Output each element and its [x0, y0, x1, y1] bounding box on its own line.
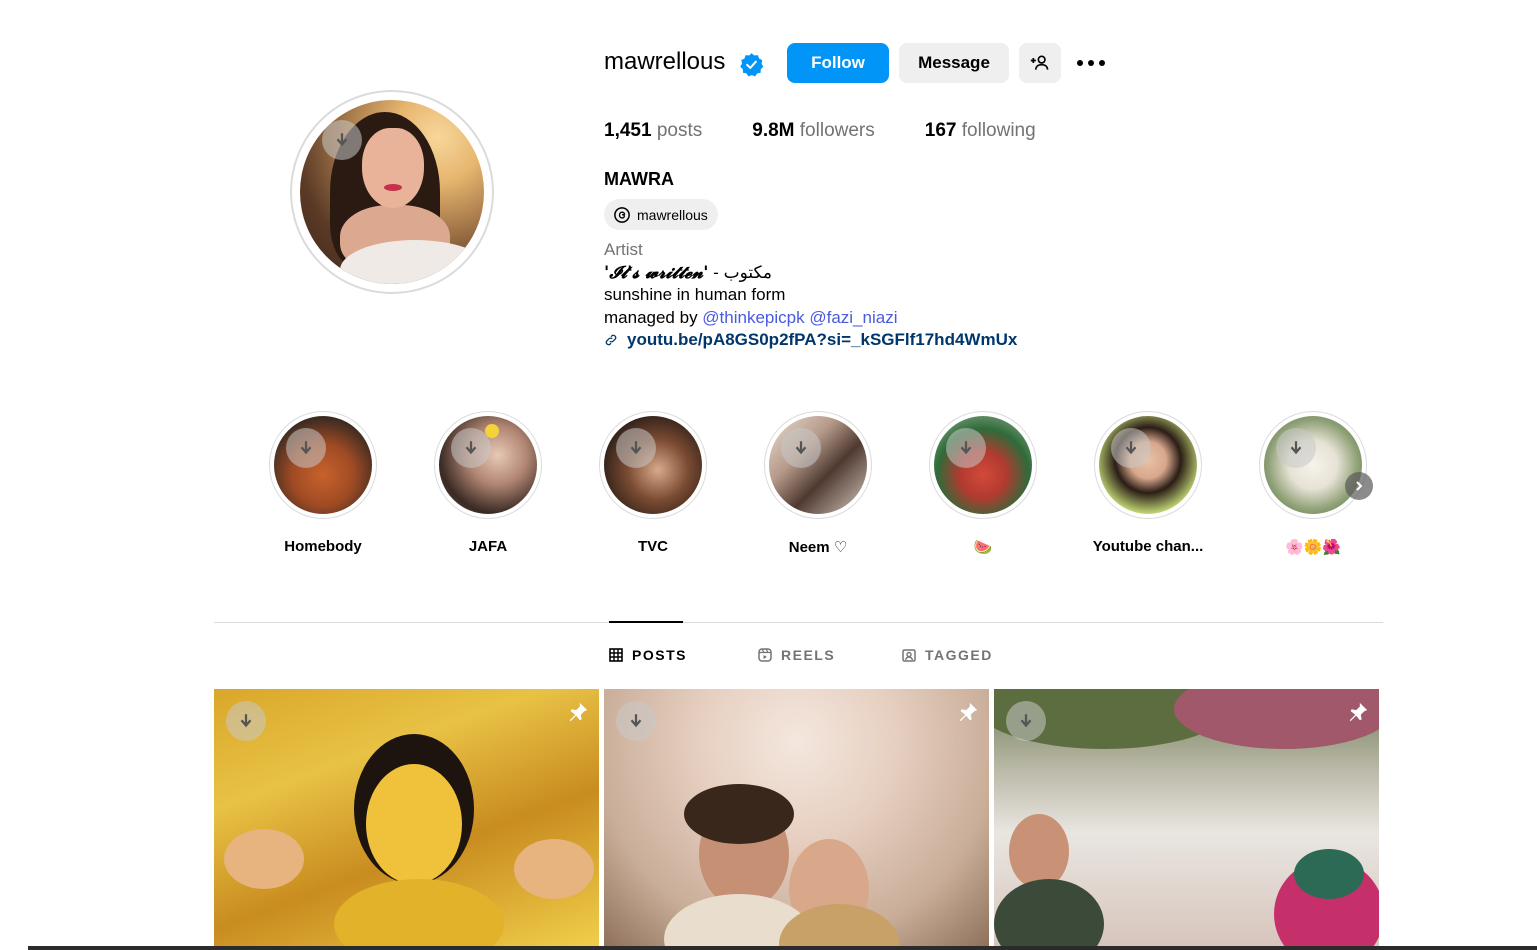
threads-handle: mawrellous [637, 206, 708, 223]
profile-avatar[interactable] [300, 100, 484, 284]
highlight-watermelon[interactable]: 🍉 [929, 411, 1037, 556]
taskbar-edge [28, 946, 1537, 950]
tab-reels[interactable]: REELS [758, 647, 835, 663]
more-options-button[interactable] [1072, 50, 1110, 76]
download-icon[interactable] [1111, 428, 1151, 468]
pin-icon [569, 702, 588, 722]
message-button[interactable]: Message [899, 43, 1009, 83]
highlight-label: 🌸🌼🌺 [1284, 539, 1342, 556]
download-icon[interactable] [1006, 701, 1046, 741]
threads-icon [614, 206, 630, 223]
profile-category: Artist [604, 240, 643, 259]
grid-icon [609, 648, 623, 662]
following-count[interactable]: 167 following [925, 120, 1036, 142]
bio-line-2: sunshine in human form [604, 285, 786, 304]
highlight-neem[interactable]: Neem ♡ [764, 411, 872, 556]
download-icon[interactable] [781, 428, 821, 468]
followers-count[interactable]: 9.8M followers [752, 120, 875, 142]
download-icon[interactable] [946, 428, 986, 468]
profile-bio: Artist '𝓘𝓽'𝓼 𝔀𝓻𝓲𝓽𝓽𝓮𝓷' - مکتوب sunshine i… [604, 239, 1017, 352]
highlight-label: TVC [638, 538, 668, 555]
highlight-homebody[interactable]: Homebody [269, 411, 377, 555]
follow-button[interactable]: Follow [787, 43, 889, 83]
download-icon[interactable] [1276, 428, 1316, 468]
mention-thinkepicpk[interactable]: @thinkepicpk [702, 308, 804, 327]
reels-icon [758, 648, 772, 662]
highlight-label: 🍉 [973, 539, 993, 556]
more-horizontal-icon [1077, 60, 1105, 66]
download-icon[interactable] [226, 701, 266, 741]
highlight-youtube[interactable]: Youtube chan... [1093, 411, 1203, 555]
profile-full-name: MAWRA [604, 169, 674, 189]
highlights-next-button[interactable] [1345, 472, 1373, 500]
tab-tagged[interactable]: TAGGED [902, 647, 993, 663]
verified-badge-icon [740, 53, 764, 77]
highlight-label: Youtube chan... [1092, 538, 1204, 555]
bio-line-3: managed by @thinkepicpk @fazi_niazi [604, 307, 898, 327]
bio-line-1: '𝓘𝓽'𝓼 𝔀𝓻𝓲𝓽𝓽𝓮𝓷' - مکتوب [604, 262, 772, 283]
pin-icon [959, 702, 978, 722]
threads-link-button[interactable]: mawrellous [604, 199, 718, 230]
download-icon[interactable] [616, 428, 656, 468]
tagged-icon [902, 649, 916, 662]
post-thumbnail[interactable] [604, 689, 989, 950]
tabs-divider [214, 622, 1383, 623]
profile-avatar-ring[interactable] [290, 90, 494, 294]
chevron-right-icon [1356, 481, 1363, 491]
posts-count: 1,451 posts [604, 120, 703, 141]
highlight-label: Neem ♡ [788, 539, 848, 556]
profile-stats: 1,451 posts 9.8M followers 167 following [604, 120, 1086, 142]
highlight-jafa[interactable]: JAFA [434, 411, 542, 555]
download-icon[interactable] [451, 428, 491, 468]
pin-icon [1349, 702, 1368, 722]
link-icon [605, 334, 617, 346]
mention-fazi-niazi[interactable]: @fazi_niazi [809, 308, 897, 327]
suggest-user-button[interactable] [1019, 43, 1061, 83]
post-thumbnail[interactable] [994, 689, 1379, 950]
download-icon[interactable] [322, 120, 362, 160]
download-icon[interactable] [286, 428, 326, 468]
tab-posts[interactable]: POSTS [609, 647, 687, 663]
post-thumbnail[interactable] [214, 689, 599, 950]
highlight-tvc[interactable]: TVC [599, 411, 707, 555]
highlight-label: Homebody [284, 538, 362, 555]
highlight-label: JAFA [468, 538, 508, 555]
active-tab-indicator [609, 621, 683, 623]
add-user-icon [1030, 55, 1049, 70]
download-icon[interactable] [616, 701, 656, 741]
profile-username: mawrellous [604, 48, 726, 75]
bio-external-link[interactable]: youtu.be/pA8GS0p2fPA?si=_kSGFlf17hd4WmUx [604, 329, 1017, 352]
